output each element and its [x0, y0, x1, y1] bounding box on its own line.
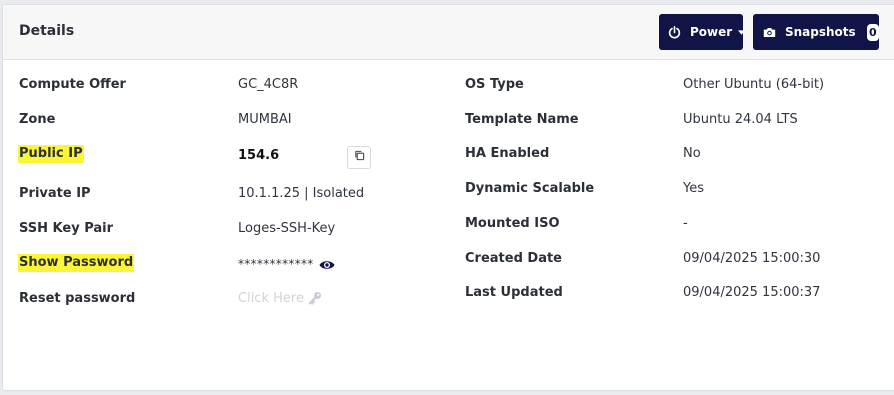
ha-enabled-label: HA Enabled	[465, 146, 550, 161]
snapshots-button-label: Snapshots	[785, 25, 856, 39]
snapshots-count-badge: 0	[866, 23, 879, 41]
mounted-iso-value: -	[683, 216, 688, 231]
power-icon	[668, 25, 681, 39]
snapshots-button[interactable]: Snapshots 0	[753, 14, 879, 50]
copy-ip-button[interactable]	[347, 146, 371, 169]
public-ip-label-text: Public IP	[18, 145, 84, 163]
eye-icon[interactable]	[319, 259, 335, 271]
caret-down-icon	[738, 29, 746, 35]
public-ip-label: Public IP	[18, 145, 84, 163]
reset-password-link[interactable]: Click Here	[238, 291, 304, 307]
show-password-label: Show Password	[18, 254, 135, 272]
copy-icon	[354, 150, 365, 165]
key-icon[interactable]	[308, 291, 322, 305]
template-name-value: Ubuntu 24.04 LTS	[683, 112, 798, 127]
password-masked-value: ************	[238, 257, 314, 271]
created-date-value: 09/04/2025 15:00:30	[683, 251, 821, 266]
camera-icon	[763, 27, 776, 38]
dynamic-scalable-label: Dynamic Scalable	[465, 181, 595, 196]
ssh-key-pair-value: Loges-SSH-Key	[238, 221, 336, 236]
mounted-iso-label: Mounted ISO	[465, 216, 560, 231]
card-header: Details Power Snapshots 0	[3, 5, 894, 60]
last-updated-label: Last Updated	[465, 285, 563, 300]
reset-password-label: Reset password	[19, 291, 136, 306]
last-updated-value: 09/04/2025 15:00:37	[683, 285, 821, 300]
template-name-label: Template Name	[465, 112, 579, 127]
os-type-value: Other Ubuntu (64-bit)	[683, 77, 825, 92]
compute-offer-value: GC_4C8R	[238, 77, 299, 92]
created-date-label: Created Date	[465, 251, 562, 266]
compute-offer-label: Compute Offer	[19, 77, 126, 92]
zone-value: MUMBAI	[238, 112, 292, 127]
ha-enabled-value: No	[683, 146, 701, 161]
private-ip-value: 10.1.1.25 | Isolated	[238, 186, 365, 201]
ssh-key-pair-label: SSH Key Pair	[19, 221, 114, 236]
public-ip-value: 154.6	[238, 148, 280, 163]
details-card: Details Power Snapshots 0 Compute Offer …	[2, 4, 894, 391]
power-button[interactable]: Power	[659, 14, 746, 50]
zone-label: Zone	[19, 112, 56, 127]
power-button-label: Power	[690, 25, 733, 39]
dynamic-scalable-value: Yes	[683, 181, 704, 196]
card-title: Details	[19, 23, 75, 39]
os-type-label: OS Type	[465, 77, 524, 92]
show-password-label-text: Show Password	[18, 254, 135, 272]
private-ip-label: Private IP	[19, 186, 91, 201]
